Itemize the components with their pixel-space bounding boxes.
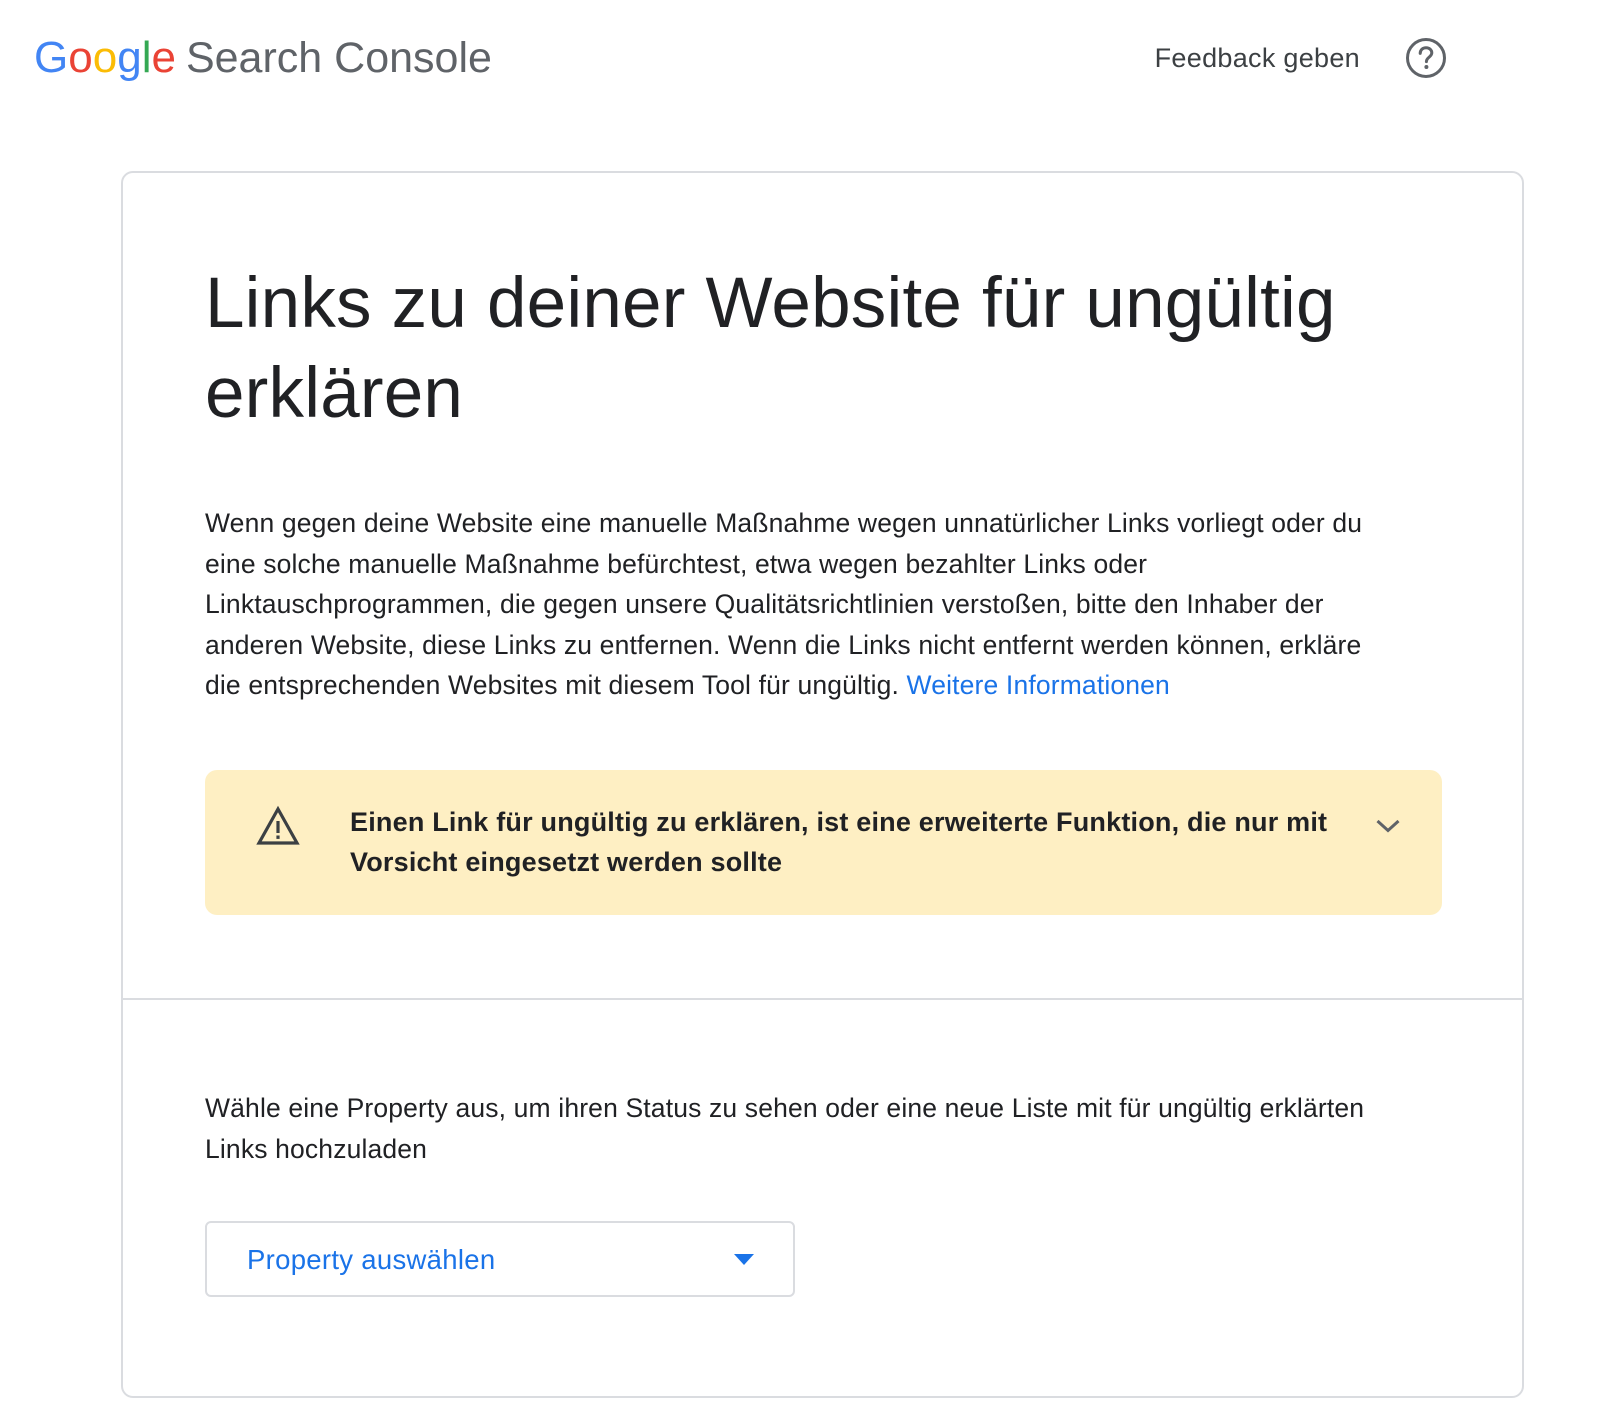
- logo-letter: l: [141, 33, 152, 82]
- product-name: Search Console: [185, 34, 492, 82]
- disavow-card: Links zu deiner Website für ungültig erk…: [121, 171, 1524, 1398]
- logo-letter: g: [117, 33, 142, 82]
- app-header: Google Search Console Feedback geben: [0, 0, 1620, 118]
- header-actions: Feedback geben: [1155, 36, 1448, 80]
- logo-letter: o: [92, 33, 118, 82]
- google-search-console-logo[interactable]: Google Search Console: [34, 30, 492, 86]
- page-description: Wenn gegen deine Website eine manuelle M…: [205, 503, 1365, 706]
- property-section: Wähle eine Property aus, um ihren Status…: [123, 1000, 1522, 1398]
- feedback-button[interactable]: Feedback geben: [1155, 43, 1360, 74]
- logo-letter: e: [151, 33, 176, 82]
- help-circle-icon[interactable]: [1404, 36, 1448, 80]
- property-select-dropdown[interactable]: Property auswählen: [205, 1221, 795, 1297]
- description-text: Wenn gegen deine Website eine manuelle M…: [205, 508, 1363, 700]
- dropdown-arrow-icon: [733, 1253, 755, 1267]
- chevron-down-icon[interactable]: [1370, 808, 1406, 844]
- warning-text: Einen Link für ungültig zu erklären, ist…: [350, 807, 1328, 877]
- logo-letter: G: [34, 33, 69, 82]
- property-select-label: Property auswählen: [247, 1244, 496, 1275]
- page-title: Links zu deiner Website für ungültig erk…: [205, 264, 1336, 433]
- warning-banner[interactable]: Einen Link für ungültig zu erklären, ist…: [205, 770, 1442, 915]
- property-prompt: Wähle eine Property aus, um ihren Status…: [205, 1093, 1365, 1164]
- warning-triangle-icon: [255, 804, 301, 850]
- learn-more-link[interactable]: Weitere Informationen: [907, 670, 1170, 700]
- logo-letter: o: [68, 33, 93, 82]
